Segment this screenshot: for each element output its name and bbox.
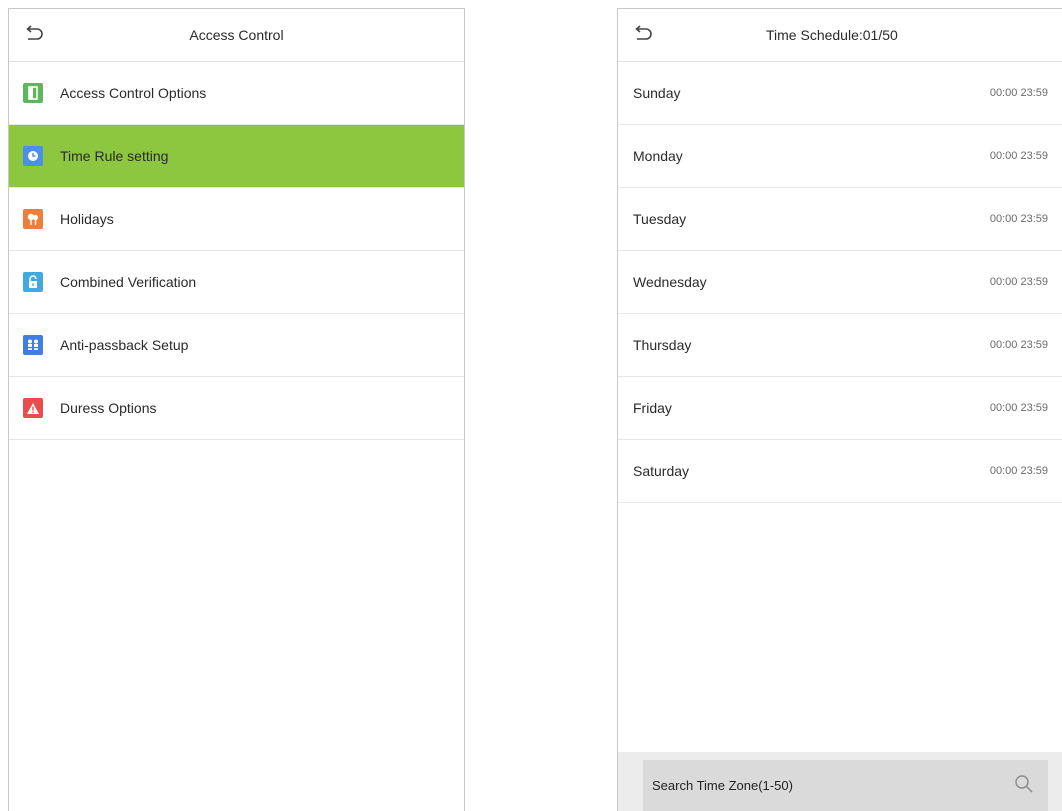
day-row-sunday[interactable]: Sunday 00:00 23:59 <box>618 62 1062 125</box>
warning-icon <box>23 398 43 418</box>
lock-icon <box>23 272 43 292</box>
header: Access Control <box>9 9 464 62</box>
menu-item-holidays[interactable]: Holidays <box>9 188 464 251</box>
menu-item-label: Access Control Options <box>60 85 207 101</box>
people-icon <box>23 335 43 355</box>
day-time-range: 00:00 23:59 <box>989 276 1048 288</box>
menu-item-label: Holidays <box>60 211 114 227</box>
day-row-saturday[interactable]: Saturday 00:00 23:59 <box>618 440 1062 503</box>
day-time-range: 00:00 23:59 <box>989 87 1048 99</box>
day-name: Wednesday <box>633 274 707 290</box>
day-name: Friday <box>633 400 672 416</box>
search-time-zone-input[interactable]: Search Time Zone(1-50) <box>643 760 1048 811</box>
day-row-monday[interactable]: Monday 00:00 23:59 <box>618 125 1062 188</box>
back-arrow-icon[interactable] <box>23 24 45 44</box>
menu-item-label: Time Rule setting <box>60 148 169 164</box>
search-icon[interactable] <box>1014 774 1034 797</box>
menu-item-duress-options[interactable]: Duress Options <box>9 377 464 440</box>
door-icon <box>23 83 43 103</box>
day-row-friday[interactable]: Friday 00:00 23:59 <box>618 377 1062 440</box>
day-time-range: 00:00 23:59 <box>989 402 1048 414</box>
day-time-range: 00:00 23:59 <box>989 150 1048 162</box>
access-control-screen: Access Control Access Control Options Ti… <box>8 8 465 811</box>
menu-item-label: Combined Verification <box>60 274 197 290</box>
page-title: Access Control <box>189 27 284 43</box>
menu-item-time-rule-setting[interactable]: Time Rule setting <box>9 125 464 188</box>
day-name: Sunday <box>633 85 681 101</box>
time-schedule-screen: Time Schedule:01/50 Sunday 00:00 23:59 M… <box>617 8 1062 811</box>
menu-item-combined-verification[interactable]: Combined Verification <box>9 251 464 314</box>
holiday-icon <box>23 209 43 229</box>
page-title: Time Schedule:01/50 <box>766 27 898 43</box>
menu-item-anti-passback-setup[interactable]: Anti-passback Setup <box>9 314 464 377</box>
day-row-tuesday[interactable]: Tuesday 00:00 23:59 <box>618 188 1062 251</box>
clock-icon <box>23 146 43 166</box>
back-arrow-icon[interactable] <box>632 24 654 44</box>
day-time-range: 00:00 23:59 <box>989 465 1048 477</box>
search-bar: Search Time Zone(1-50) <box>618 752 1062 811</box>
header: Time Schedule:01/50 <box>618 9 1062 62</box>
day-name: Monday <box>633 148 683 164</box>
day-name: Tuesday <box>633 211 687 227</box>
menu-item-label: Duress Options <box>60 400 157 416</box>
menu-item-access-control-options[interactable]: Access Control Options <box>9 62 464 125</box>
day-name: Saturday <box>633 463 690 479</box>
day-row-thursday[interactable]: Thursday 00:00 23:59 <box>618 314 1062 377</box>
day-name: Thursday <box>633 337 692 353</box>
menu-item-label: Anti-passback Setup <box>60 337 189 353</box>
day-row-wednesday[interactable]: Wednesday 00:00 23:59 <box>618 251 1062 314</box>
search-label: Search Time Zone(1-50) <box>652 778 793 793</box>
day-time-range: 00:00 23:59 <box>989 213 1048 225</box>
day-time-range: 00:00 23:59 <box>989 339 1048 351</box>
